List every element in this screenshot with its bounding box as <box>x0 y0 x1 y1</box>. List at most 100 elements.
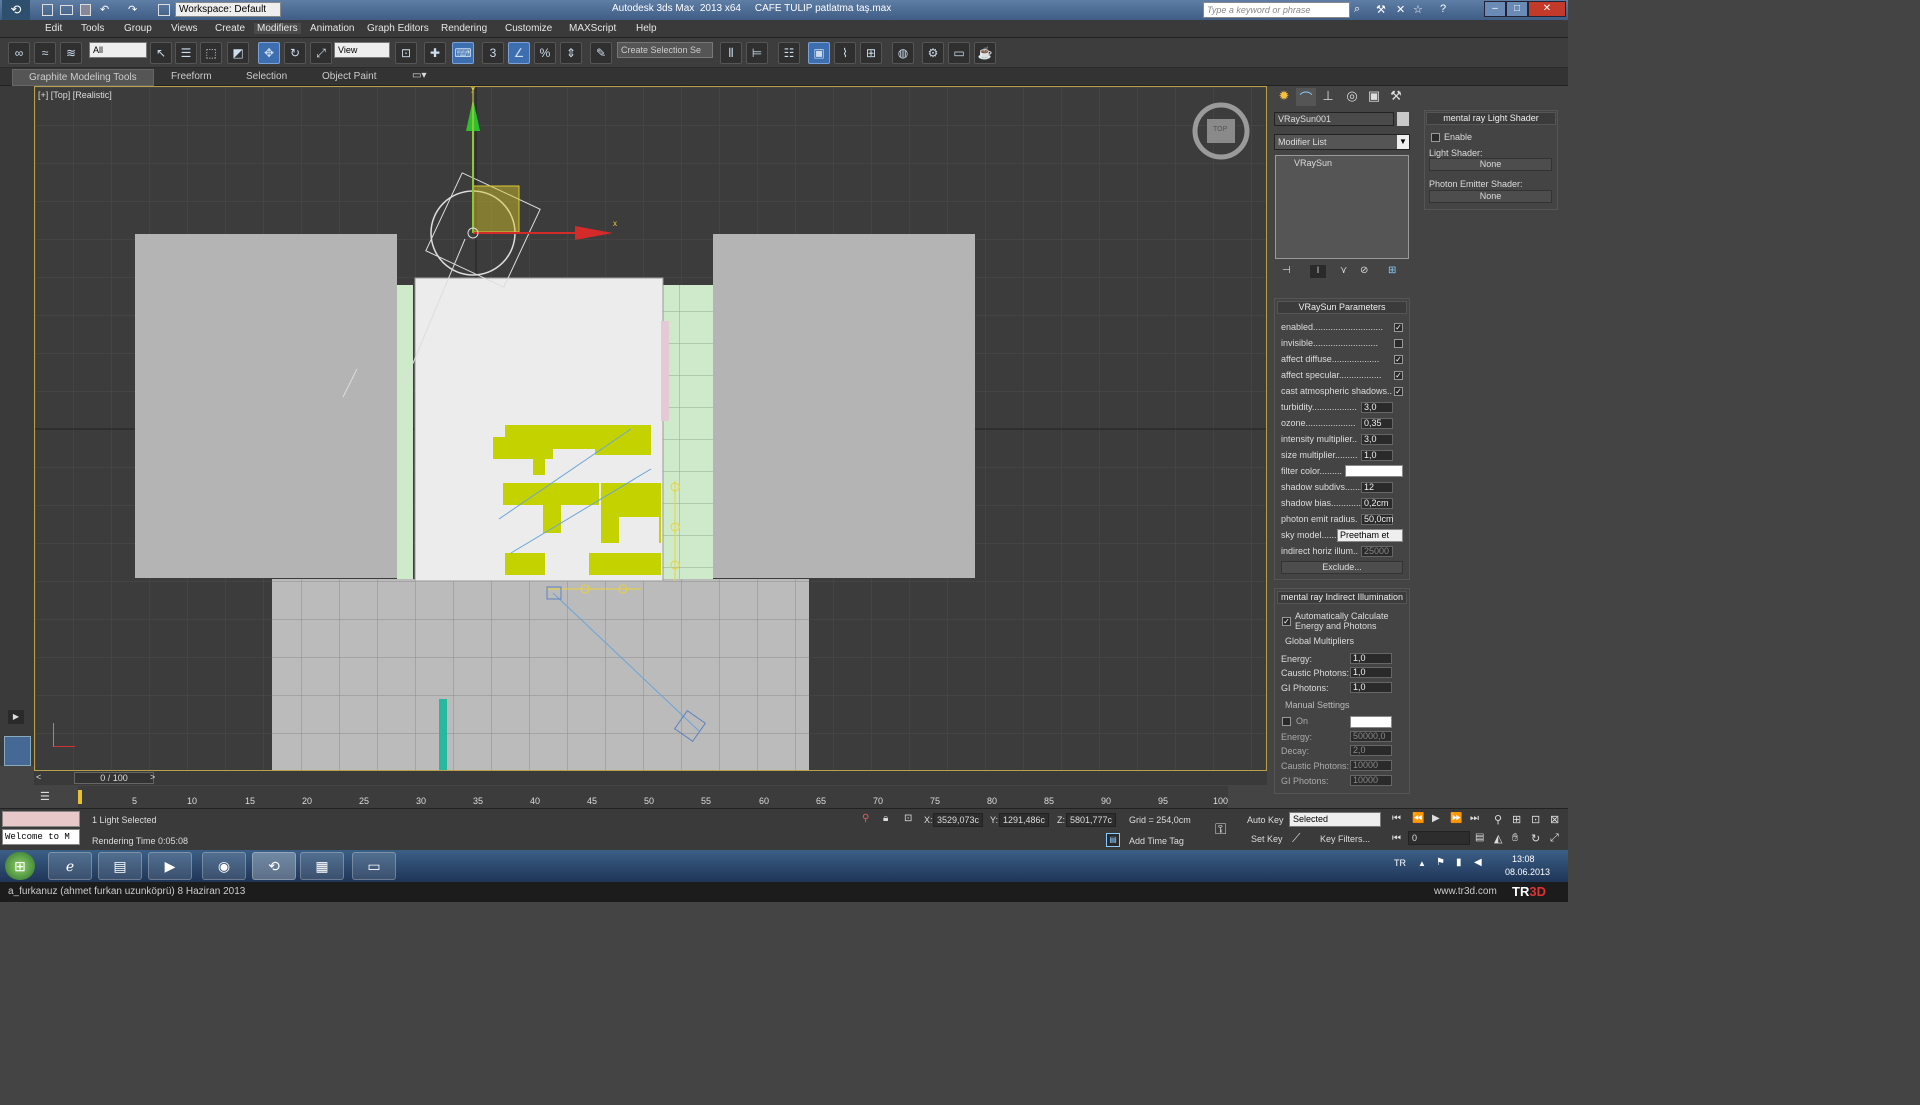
tray-volume-icon[interactable]: ◀︎ <box>1474 857 1482 868</box>
spinner-snap-icon[interactable]: ⇕ <box>560 42 582 64</box>
time-prev-arrow-icon[interactable]: < <box>36 772 41 782</box>
new-file-icon[interactable] <box>42 4 53 16</box>
prev-frame-icon[interactable]: ⏪ <box>1412 813 1424 824</box>
stack-item-vraysun[interactable]: VRaySun <box>1294 158 1332 168</box>
start-button-icon[interactable]: ⊞ <box>5 852 35 880</box>
time-tag-icon[interactable]: ▤ <box>1106 833 1120 847</box>
favorites-icon[interactable]: ☆ <box>1413 3 1423 16</box>
motion-tab-icon[interactable]: ◎ <box>1342 88 1362 106</box>
graphite-toggle-icon[interactable]: ▣ <box>808 42 830 64</box>
tray-network-icon[interactable]: ▮ <box>1456 857 1462 868</box>
key-mode-toggle-icon[interactable]: ⏮ <box>1392 833 1401 844</box>
remove-modifier-icon[interactable]: ⊘ <box>1360 265 1368 276</box>
floor-tiles[interactable] <box>272 579 809 771</box>
manual-on-checkbox[interactable] <box>1282 717 1291 726</box>
current-frame-field[interactable]: 0 <box>1408 831 1470 845</box>
select-move-icon[interactable]: ✥ <box>258 42 280 64</box>
close-button[interactable]: ✕ <box>1528 1 1566 17</box>
add-time-tag-button[interactable]: Add Time Tag <box>1129 836 1184 846</box>
schematic-view-icon[interactable]: ⊞ <box>860 42 882 64</box>
menu-modifiers[interactable]: Modifiers <box>254 23 301 34</box>
global-energy-spinner[interactable]: 1,0 <box>1350 653 1392 664</box>
align-icon[interactable]: ⊨ <box>746 42 768 64</box>
teal-column[interactable] <box>439 699 447 771</box>
material-editor-icon[interactable]: ◍ <box>892 42 914 64</box>
light-shader-button[interactable]: None <box>1429 158 1552 171</box>
menu-tools[interactable]: Tools <box>81 23 104 34</box>
param-enabled-checkbox[interactable]: ✓ <box>1394 323 1403 332</box>
show-end-result-icon[interactable]: I <box>1310 265 1326 278</box>
track-bar-menu-icon[interactable]: ☰ <box>40 790 50 803</box>
app-logo-icon[interactable]: ⟲ <box>2 0 30 20</box>
bind-space-warp-icon[interactable]: ≋ <box>60 42 82 64</box>
file-explorer-icon[interactable]: ▤ <box>98 852 142 880</box>
goto-start-icon[interactable]: ⏮ <box>1392 813 1401 824</box>
winrar-icon[interactable]: ▦ <box>300 852 344 880</box>
manual-color-swatch[interactable] <box>1350 716 1392 728</box>
time-config-icon[interactable]: ▤ <box>1475 832 1484 843</box>
chrome-icon[interactable]: ◉ <box>202 852 246 880</box>
pan-icon[interactable]: ✋︎ <box>1512 832 1518 845</box>
goto-end-icon[interactable]: ⏭ <box>1470 813 1479 824</box>
image-viewer-icon[interactable]: ▭ <box>352 852 396 880</box>
right-wall-block[interactable] <box>713 234 975 578</box>
param-ozone-spinner[interactable]: 0,35 <box>1361 418 1393 429</box>
angle-snap-icon[interactable]: ∠ <box>508 42 530 64</box>
hold-icon[interactable] <box>158 4 170 16</box>
y-coord-field[interactable]: 1291,486c <box>999 813 1049 827</box>
edit-named-selection-icon[interactable]: ✎ <box>590 42 612 64</box>
menu-create[interactable]: Create <box>215 23 245 34</box>
maximize-viewport-icon[interactable]: ⤢ <box>1550 832 1559 845</box>
percent-snap-icon[interactable]: % <box>534 42 556 64</box>
isolate-icon[interactable]: ⚲ <box>862 813 869 824</box>
right-green-tiles[interactable] <box>662 285 713 579</box>
auto-calc-checkbox[interactable]: ✓ <box>1282 617 1291 626</box>
pin-stack-icon[interactable]: ⊣ <box>1282 265 1291 276</box>
x-coord-field[interactable]: 3529,073c <box>933 813 983 827</box>
field-of-view-icon[interactable]: ◭ <box>1494 832 1502 845</box>
viewcube-label[interactable]: TOP <box>1213 126 1227 133</box>
set-key-button[interactable]: Set Key <box>1251 834 1283 844</box>
workspace-dropdown[interactable]: Workspace: Default <box>175 2 281 17</box>
search-input[interactable]: Type a keyword or phrase <box>1203 2 1350 18</box>
ribbon-tab-object-paint[interactable]: Object Paint <box>322 71 376 82</box>
viewport-top[interactable]: [+] [Top] [Realistic] x y TOP <box>34 86 1267 771</box>
param-affect-diffuse-checkbox[interactable]: ✓ <box>1394 355 1403 364</box>
select-scale-icon[interactable]: ⤢ <box>310 42 332 64</box>
mirror-icon[interactable]: ⫴ <box>720 42 742 64</box>
menu-maxscript[interactable]: MAXScript <box>569 23 616 34</box>
time-slider[interactable]: < 0 / 100 > <box>34 771 1267 785</box>
maximize-button[interactable]: □ <box>1506 1 1528 17</box>
param-horiz-illum-spinner[interactable]: 25000 <box>1361 546 1393 557</box>
modify-tab-icon[interactable]: ⌒ <box>1296 88 1316 106</box>
manual-caustic-spinner[interactable]: 10000 <box>1350 760 1392 771</box>
modifier-list-dropdown[interactable]: Modifier List <box>1274 134 1410 150</box>
param-sky-model-dropdown[interactable]: Preetham et <box>1337 529 1403 542</box>
menu-help[interactable]: Help <box>636 23 657 34</box>
tray-up-arrow-icon[interactable]: ▲ <box>1418 859 1426 868</box>
expand-arrow-icon[interactable]: ▶ <box>8 710 24 724</box>
internet-explorer-icon[interactable]: ℯ <box>48 852 92 880</box>
menu-animation[interactable]: Animation <box>310 23 354 34</box>
render-production-icon[interactable]: ☕ <box>974 42 996 64</box>
modifier-list-arrow-icon[interactable]: ▼ <box>1397 135 1409 149</box>
param-photon-radius-spinner[interactable]: 50,0cm <box>1361 514 1394 525</box>
selection-lock-icon[interactable]: 🔒︎ <box>883 813 888 824</box>
utilities-tab-icon[interactable]: ⚒ <box>1386 88 1406 106</box>
manual-decay-spinner[interactable]: 2,0 <box>1350 745 1392 756</box>
object-name-field[interactable]: VRaySun001 <box>1274 112 1394 126</box>
reference-coord-dropdown[interactable]: View <box>334 42 390 58</box>
param-cast-shadows-checkbox[interactable]: ✓ <box>1394 387 1403 396</box>
left-green-strip[interactable] <box>397 285 413 579</box>
param-size-spinner[interactable]: 1,0 <box>1361 450 1393 461</box>
selection-filter-dropdown[interactable]: All <box>89 42 147 58</box>
param-intensity-spinner[interactable]: 3,0 <box>1361 434 1393 445</box>
clock-date[interactable]: 08.06.2013 <box>1505 867 1550 877</box>
modifier-stack[interactable] <box>1275 155 1409 259</box>
key-mode-dropdown[interactable]: Selected <box>1289 812 1381 827</box>
menu-views[interactable]: Views <box>171 23 198 34</box>
mr-shader-enable-checkbox[interactable] <box>1431 133 1440 142</box>
play-icon[interactable]: ▶ <box>1432 813 1440 824</box>
render-setup-icon[interactable]: ⚙ <box>922 42 944 64</box>
maxscript-listener-mini[interactable] <box>2 811 80 827</box>
